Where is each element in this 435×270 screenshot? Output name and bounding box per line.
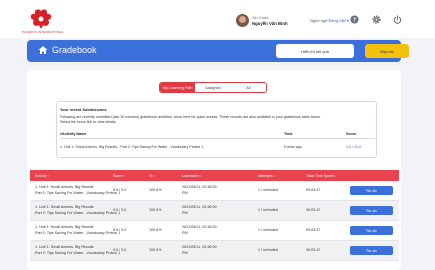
- recent-submissions-panel: Your recent Submissions Following are re…: [56, 101, 377, 158]
- last-taken-date: 2021/05/11, 02:36:09: [182, 185, 217, 189]
- page-title: Gradebook: [52, 45, 97, 55]
- percent-cell: 100.0%: [149, 228, 162, 232]
- home-icon[interactable]: [38, 45, 48, 55]
- divider: [60, 138, 375, 139]
- last-taken-date: 2021/05/11, 02:36:09: [182, 225, 217, 229]
- time-spent-cell: 00:03:47: [306, 228, 321, 232]
- last-taken-ampm: PM: [182, 210, 188, 215]
- time-spent-cell: 00:03:47: [306, 188, 321, 192]
- avatar[interactable]: [236, 14, 249, 27]
- last-taken-date: 2021/05/11, 02:36:09: [182, 245, 217, 249]
- tab-assigned[interactable]: Assigned: [195, 83, 230, 92]
- time-spent-cell: 00:03:47: [306, 248, 321, 252]
- power-icon[interactable]: [393, 15, 402, 24]
- recent-header-score: Score: [346, 132, 357, 136]
- percent-cell: 100.0%: [149, 248, 162, 252]
- svg-text:?: ?: [353, 18, 356, 24]
- user-name: Nguyễn Văn Bình: [252, 20, 288, 26]
- last-taken-ampm: PM: [182, 190, 188, 195]
- show-results-button[interactable]: Hiển thị kết quả: [276, 44, 354, 58]
- language-label: Ngôn ngữ:: [310, 17, 329, 23]
- activity-subtitle: Part 2: Tips Saving For Water - Vocabula…: [35, 250, 121, 255]
- recent-header-time: Time: [284, 132, 293, 136]
- greeting-text: Xin Chào: [252, 15, 269, 20]
- recent-description: Following are recently submitted (last 3…: [60, 115, 321, 119]
- table-row: 1. Unit 1: Small Actions, Big Results Pa…: [30, 221, 399, 241]
- attempts-cell: 1 / unlimited: [258, 228, 278, 232]
- attempts-cell: 1 / unlimited: [258, 248, 278, 252]
- recent-item-activity: 1. Unit 1: Small Actions, Big Results - …: [60, 145, 204, 149]
- column-header-score[interactable]: Score: [113, 174, 125, 178]
- attempts-cell: 1 / unlimited: [258, 188, 278, 192]
- activity-title: 1. Unit 1: Small Actions, Big Results: [35, 205, 94, 209]
- last-taken-ampm: PM: [182, 250, 188, 255]
- score-cell: 5.0 / 5.0: [113, 228, 127, 232]
- column-header-percent[interactable]: %: [149, 174, 155, 178]
- percent-cell: 100.0%: [149, 208, 162, 212]
- redo-button[interactable]: Re-do: [350, 186, 393, 195]
- activity-title: 1. Unit 1: Small Actions, Big Results: [35, 245, 94, 249]
- score-cell: 5.0 / 5.0: [113, 188, 127, 192]
- filter-tabs: My Learning Path Assigned All: [159, 82, 267, 93]
- score-cell: 5.0 / 5.0: [113, 208, 127, 212]
- logo-text: PHOENIX INTERNATIONAL: [22, 30, 65, 34]
- attempts-cell: 1 / unlimited: [258, 208, 278, 212]
- table-row: 1. Unit 1: Small Actions, Big Results Pa…: [30, 201, 399, 221]
- tab-my-learning-path[interactable]: My Learning Path: [160, 83, 196, 92]
- activity-title: 1. Unit 1: Small Actions, Big Results: [35, 185, 94, 189]
- language-select[interactable]: Tiếng Việt ▾: [328, 18, 349, 23]
- table-row: 1. Unit 1: Small Actions, Big Results Pa…: [30, 181, 399, 201]
- last-taken-date: 2021/05/11, 02:36:09: [182, 205, 217, 209]
- activity-title: 1. Unit 1: Small Actions, Big Results: [35, 225, 94, 229]
- redo-button[interactable]: Re-do: [350, 206, 393, 215]
- page-header: Gradebook Hiển thị kết quả Nộp bài: [27, 40, 409, 62]
- activity-subtitle: Part 2: Tips Saving For Water - Vocabula…: [35, 230, 121, 235]
- column-header-total-time[interactable]: Total Time Spent: [306, 174, 336, 178]
- percent-cell: 100.0%: [149, 188, 162, 192]
- score-cell: 5.0 / 5.0: [113, 248, 127, 252]
- table-row: 1. Unit 1: Small Actions, Big Results Pa…: [30, 241, 399, 261]
- last-taken-ampm: PM: [182, 230, 188, 235]
- column-header-attempts[interactable]: Attempts: [258, 174, 275, 178]
- recent-description-hint: Select the score link to view details.: [60, 120, 117, 124]
- settings-icon[interactable]: [372, 15, 381, 24]
- recent-item-time: 5 mins ago: [284, 145, 302, 149]
- time-spent-cell: 00:03:47: [306, 208, 321, 212]
- recent-header-activity: #Activity Name: [60, 132, 87, 136]
- help-icon[interactable]: ?: [350, 15, 359, 24]
- top-bar: PHOENIX INTERNATIONAL Xin Chào Nguyễn Vă…: [0, 0, 435, 38]
- recent-title: Your recent Submissions: [60, 107, 107, 112]
- column-header-last-taken[interactable]: Last taken: [182, 174, 201, 178]
- column-header-activity[interactable]: Activity: [35, 174, 49, 178]
- activity-subtitle: Part 2: Tips Saving For Water - Vocabula…: [35, 190, 121, 195]
- submit-button[interactable]: Nộp bài: [365, 44, 409, 58]
- redo-button[interactable]: Re-do: [350, 226, 393, 235]
- recent-item-score-link[interactable]: 3.0 / 10.0: [346, 145, 361, 149]
- redo-button[interactable]: Re-do: [350, 246, 393, 255]
- activity-subtitle: Part 2: Tips Saving For Water - Vocabula…: [35, 210, 121, 215]
- table-header: Activity Score % Last taken Attempts Tot…: [30, 170, 399, 181]
- tab-all[interactable]: All: [231, 83, 266, 92]
- phoenix-logo[interactable]: [28, 8, 54, 32]
